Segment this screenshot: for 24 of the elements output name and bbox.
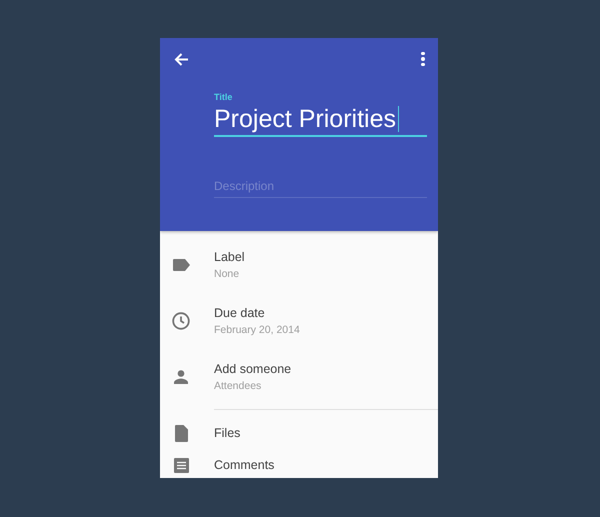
row-title: Comments: [214, 457, 274, 474]
detail-row[interactable]: Due date February 20, 2014: [160, 293, 438, 349]
row-subtitle: None: [214, 267, 240, 282]
row-subtitle: February 20, 2014: [214, 323, 300, 338]
back-button[interactable]: [173, 51, 189, 67]
detail-row[interactable]: Files: [160, 410, 438, 456]
detail-row[interactable]: Comments: [160, 456, 438, 474]
more-menu-button[interactable]: [419, 51, 427, 67]
tag-icon: [172, 259, 190, 271]
person-icon: [174, 370, 188, 384]
file-icon: [174, 424, 188, 442]
back-arrow-icon: [174, 52, 188, 66]
detail-row[interactable]: Label None: [160, 237, 438, 293]
text-cursor: [398, 106, 399, 132]
clock-icon: [172, 312, 190, 330]
row-title: Files: [214, 425, 240, 442]
row-subtitle: Attendees: [214, 379, 262, 394]
detail-row[interactable]: Add someone Attendees: [160, 349, 438, 405]
row-title: Label: [214, 249, 245, 266]
row-title: Add someone: [214, 361, 292, 378]
title-input[interactable]: Project Priorities: [214, 103, 427, 137]
row-title: Due date: [214, 305, 266, 322]
comment-icon: [174, 458, 188, 472]
title-field-label: Title: [214, 91, 234, 103]
